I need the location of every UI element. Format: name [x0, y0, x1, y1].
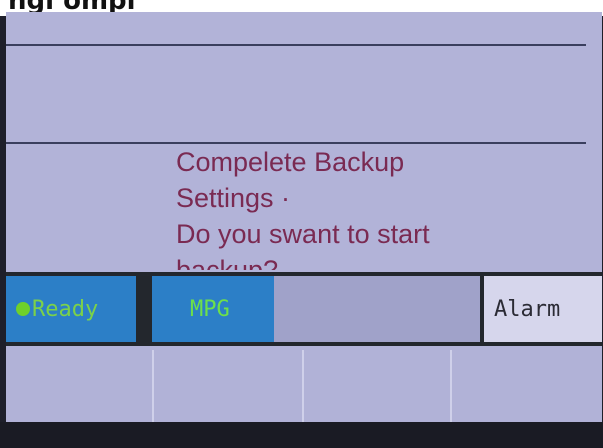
status-empty-field — [274, 276, 480, 342]
photo-frame: ngi ompl Compelete Backup Settings · Do … — [0, 0, 603, 448]
backup-confirm-message: Compelete Backup Settings · Do you swant… — [176, 144, 576, 270]
message-line-4: backup? — [176, 255, 279, 270]
alarm-label: Alarm — [494, 296, 561, 322]
softkey-row — [6, 350, 602, 422]
ready-label: Ready — [32, 296, 99, 322]
softkey-3[interactable] — [304, 350, 452, 422]
status-bar: Ready MPG Alarm — [6, 272, 602, 346]
alarm-button[interactable]: Alarm — [484, 276, 602, 342]
softkey-1[interactable] — [6, 350, 154, 422]
screen-bezel — [0, 422, 603, 448]
softkey-2[interactable] — [154, 350, 304, 422]
message-line-1: Compelete Backup — [176, 147, 405, 177]
message-line-2: Settings · — [176, 183, 291, 213]
ready-status: Ready — [6, 276, 136, 342]
softkey-4[interactable] — [452, 350, 602, 422]
mode-status[interactable]: MPG — [152, 276, 274, 342]
divider-line — [6, 44, 586, 46]
ready-indicator-icon — [16, 302, 30, 316]
message-line-3: Do you swant to start — [176, 219, 430, 249]
mode-label: MPG — [190, 296, 230, 322]
hmi-screen: Compelete Backup Settings · Do you swant… — [6, 12, 602, 422]
